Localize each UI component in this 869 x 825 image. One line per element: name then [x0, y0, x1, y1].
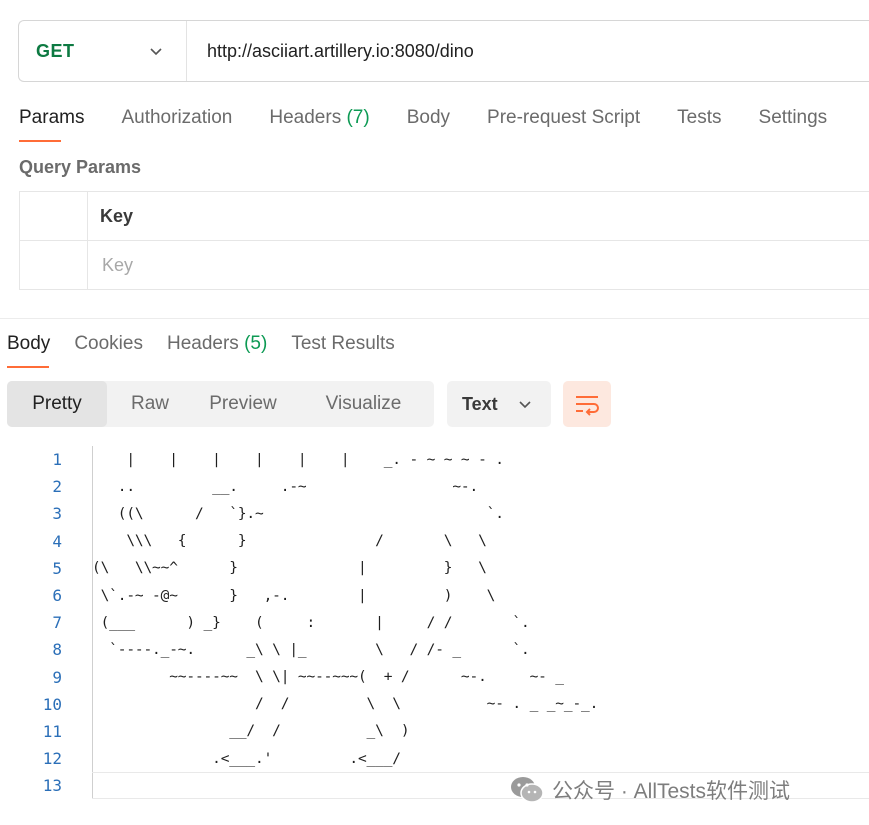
watermark-text: 公众号 · AllTests软件测试 — [552, 780, 791, 803]
url-input[interactable] — [187, 20, 869, 82]
tab-count-badge: (7) — [346, 107, 370, 128]
line-number: 5 — [52, 558, 62, 578]
code-text: (\ \\~~^ } | } \ — [92, 560, 487, 577]
line-number: 12 — [42, 749, 62, 769]
response-tab-headers[interactable]: Headers (5) — [167, 333, 267, 355]
table-row — [19, 240, 869, 290]
tab-count-badge: (5) — [244, 333, 268, 354]
code-text: / / \ \ ~- . _ _~_-_. — [92, 696, 599, 713]
line-number: 3 — [52, 504, 62, 524]
code-line: 2 .. __. .-~ ~-. — [0, 473, 869, 501]
code-text: `----._-~. _\ \ |_ \ / /- _ `. — [92, 641, 530, 658]
code-line: 6 \`.-~ -@~ } ,-. | ) \ — [0, 581, 869, 610]
line-number: 10 — [42, 694, 62, 714]
code-text: .. __. .-~ ~-. — [92, 478, 479, 495]
request-tabs: Params Authorization Headers (7) Body Pre-re… — [19, 107, 864, 142]
tab-label: Test Results — [291, 333, 395, 354]
code-line: 5 (\ \\~~^ } | } \ — [0, 554, 869, 582]
checkbox-column-header — [19, 191, 88, 241]
code-text: .<___.' .<___/ — [92, 750, 401, 767]
code-text: __/ / _\ ) — [92, 723, 410, 740]
tab-label: Cookies — [74, 333, 143, 354]
code-line: 10 / / \ \ ~- . _ _~_-_. — [0, 690, 869, 718]
line-number: 8 — [52, 640, 62, 660]
code-text: (___ ) _} ( : | / / `. — [92, 614, 530, 631]
code-line: 3 ((\ / `}.~ `. — [0, 500, 869, 528]
method-label: GET — [36, 40, 75, 61]
code-line: 7 (___ ) _} ( : | / / `. — [0, 609, 869, 637]
code-text: ~~----~~ \ \| ~~--~~~( + / ~-. ~- _ — [92, 669, 564, 686]
view-mode-raw[interactable]: Raw — [107, 381, 193, 427]
key-column-header: Key — [87, 191, 869, 241]
view-mode-switch: Pretty Raw Preview Visualize — [7, 381, 434, 427]
chevron-down-icon — [150, 48, 162, 56]
view-mode-pretty[interactable]: Pretty — [7, 381, 107, 427]
tab-label: Authorization — [121, 107, 233, 128]
tab-label: Pre-request Script — [487, 107, 641, 128]
line-number: 1 — [52, 450, 62, 470]
tab-label: Body — [406, 107, 451, 128]
code-line: 12 .<___.' .<___/ — [0, 745, 869, 773]
tab-body[interactable]: Body — [407, 107, 450, 129]
query-params-table: Key — [19, 191, 869, 290]
code-text: \\\ { } / \ \ — [92, 533, 487, 550]
line-number: 4 — [52, 531, 62, 551]
tab-label: Headers — [166, 333, 239, 354]
tab-label: Params — [19, 107, 85, 128]
request-bar: GET — [18, 20, 869, 82]
line-number: 2 — [52, 477, 62, 497]
format-label: Text — [462, 393, 498, 414]
tab-label: Body — [7, 333, 51, 354]
code-line: 9 ~~----~~ \ \| ~~--~~~( + / ~-. ~- _ — [0, 663, 869, 691]
line-number: 9 — [52, 667, 62, 687]
code-text: \`.-~ -@~ } ,-. | ) \ — [92, 587, 496, 604]
wrap-lines-icon — [576, 396, 599, 416]
tab-label: Tests — [677, 107, 722, 128]
view-mode-preview[interactable]: Preview — [193, 381, 293, 427]
tab-label: Settings — [758, 107, 828, 128]
line-number: 11 — [42, 721, 62, 741]
table-header-row: Key — [19, 191, 869, 241]
key-cell — [87, 240, 869, 290]
tab-tests[interactable]: Tests — [677, 107, 721, 129]
method-select[interactable]: GET — [19, 21, 187, 81]
query-params-title: Query Params — [19, 157, 142, 177]
view-mode-visualize[interactable]: Visualize — [293, 381, 434, 427]
response-tab-test-results[interactable]: Test Results — [291, 333, 394, 355]
response-tabs: Body Cookies Headers (5) Test Results — [7, 333, 419, 368]
tab-params[interactable]: Params — [19, 107, 85, 142]
line-number: 6 — [52, 586, 62, 606]
code-line: 4 \\\ { } / \ \ — [0, 527, 869, 555]
format-select[interactable]: Text — [447, 381, 551, 427]
response-tab-cookies[interactable]: Cookies — [74, 333, 143, 355]
wrap-lines-button[interactable] — [563, 381, 611, 427]
key-input[interactable] — [100, 253, 869, 277]
code-line: 8 `----._-~. _\ \ |_ \ / /- _ `. — [0, 636, 869, 664]
response-tab-body[interactable]: Body — [7, 333, 51, 368]
code-text: | | | | | | _. - ~ ~ ~ - . — [92, 451, 504, 468]
watermark: 公众号 · AllTests软件测试 — [510, 775, 790, 805]
tab-headers[interactable]: Headers (7) — [269, 107, 369, 129]
pane-divider[interactable] — [0, 318, 869, 319]
tab-authorization[interactable]: Authorization — [121, 107, 232, 129]
tab-label: Headers — [269, 107, 342, 128]
tab-pre-request-script[interactable]: Pre-request Script — [487, 107, 640, 129]
code-line: 11 __/ / _\ ) — [0, 717, 869, 746]
wechat-icon — [511, 777, 544, 803]
line-number: 7 — [52, 613, 62, 633]
line-number: 13 — [42, 776, 62, 796]
chevron-down-icon — [519, 401, 531, 409]
tab-settings[interactable]: Settings — [759, 107, 828, 129]
code-line: 1 | | | | | | _. - ~ ~ ~ - . — [0, 446, 869, 474]
response-body-viewer[interactable]: 1 | | | | | | _. - ~ ~ ~ - .2 .. __. .-~… — [0, 446, 869, 800]
row-checkbox-cell[interactable] — [19, 240, 88, 290]
code-text: ((\ / `}.~ `. — [92, 505, 504, 522]
